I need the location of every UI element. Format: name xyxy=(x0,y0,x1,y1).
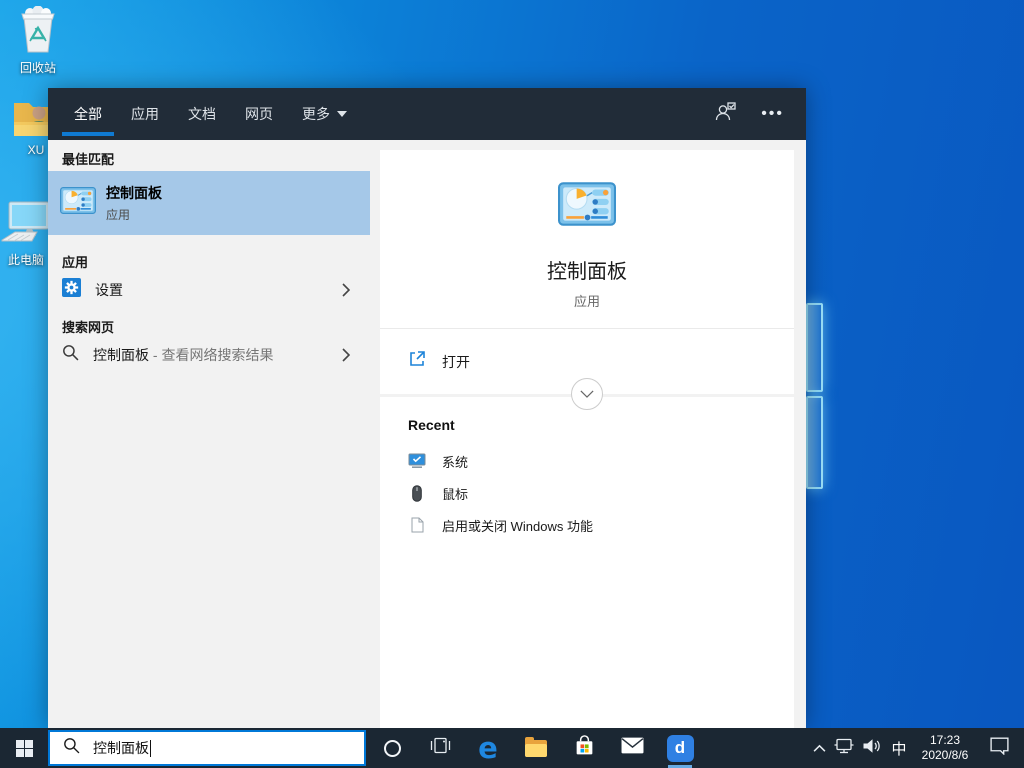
recycle-bin-icon xyxy=(17,43,59,57)
wallpaper-window-pane xyxy=(806,303,823,392)
search-results-column: 最佳匹配 xyxy=(48,140,370,728)
edge-icon: e xyxy=(478,734,498,763)
taskbar: 控制面板 e xyxy=(0,728,1024,768)
driver-app-button[interactable]: d xyxy=(656,728,704,768)
recent-header: Recent xyxy=(408,417,794,433)
search-flyout-panel: 全部 应用 文档 网页 更多 ••• xyxy=(48,88,806,728)
result-settings[interactable]: 设置 xyxy=(48,272,370,308)
windows-logo-icon xyxy=(16,740,33,757)
system-monitor-icon xyxy=(408,453,426,469)
cortana-button[interactable] xyxy=(368,728,416,768)
chevron-right-icon[interactable] xyxy=(342,348,350,362)
chevron-right-icon[interactable] xyxy=(342,283,350,297)
section-apps: 应用 xyxy=(48,243,370,272)
settings-gear-icon xyxy=(62,278,81,302)
clock-date: 2020/8/6 xyxy=(922,748,969,763)
best-match-subtitle: 应用 xyxy=(106,206,162,223)
open-action-label: 打开 xyxy=(442,352,470,372)
expand-preview-button[interactable] xyxy=(571,378,603,410)
system-tray: 中 17:23 2020/8/6 xyxy=(808,728,1024,768)
best-match-title: 控制面板 xyxy=(106,183,162,203)
edge-button[interactable]: e xyxy=(464,728,512,768)
document-icon xyxy=(408,517,426,533)
best-match-result-control-panel[interactable]: 控制面板 应用 xyxy=(48,171,370,235)
preview-subtitle: 应用 xyxy=(574,291,600,310)
result-label: 控制面板 - 查看网络搜索结果 xyxy=(93,345,273,365)
control-panel-icon xyxy=(60,187,96,219)
recent-item-mouse[interactable]: 鼠标 xyxy=(408,477,794,509)
preview-card: 控制面板 应用 打开 xyxy=(380,150,794,394)
text-caret xyxy=(150,740,151,757)
search-icon xyxy=(63,737,80,759)
this-pc-icon xyxy=(0,235,53,249)
desktop: 回收站 XU 此电脑 xyxy=(0,0,1024,768)
tray-overflow-button[interactable] xyxy=(808,728,830,768)
recent-item-system[interactable]: 系统 xyxy=(408,445,794,477)
wallpaper-window-pane xyxy=(806,396,823,489)
task-view-button[interactable] xyxy=(416,728,464,768)
speaker-icon xyxy=(862,738,882,759)
search-panel-header: 全部 应用 文档 网页 更多 ••• xyxy=(48,88,806,140)
chevron-down-icon xyxy=(337,111,347,117)
search-filter-tabs: 全部 应用 文档 网页 更多 xyxy=(62,88,359,140)
action-center-button[interactable] xyxy=(978,728,1020,768)
file-explorer-icon xyxy=(525,740,547,757)
recent-card: Recent 系统 xyxy=(380,397,794,728)
clock-time: 17:23 xyxy=(922,733,969,748)
action-center-icon xyxy=(989,736,1010,760)
network-icon xyxy=(833,737,855,760)
result-web-search[interactable]: 控制面板 - 查看网络搜索结果 xyxy=(48,337,370,373)
task-view-icon xyxy=(430,736,451,760)
driver-app-icon: d xyxy=(667,735,694,762)
tab-web[interactable]: 网页 xyxy=(233,88,285,140)
recent-item-windows-features[interactable]: 启用或关闭 Windows 功能 xyxy=(408,509,794,541)
tab-more[interactable]: 更多 xyxy=(290,88,359,140)
preview-title: 控制面板 xyxy=(547,255,627,284)
taskbar-clock[interactable]: 17:23 2020/8/6 xyxy=(912,728,978,768)
tab-all[interactable]: 全部 xyxy=(62,88,114,140)
result-label: 设置 xyxy=(95,280,123,300)
mail-icon xyxy=(621,737,644,759)
store-button[interactable] xyxy=(560,728,608,768)
search-icon xyxy=(62,344,79,366)
section-search-web: 搜索网页 xyxy=(48,308,370,337)
open-external-icon xyxy=(408,350,426,373)
cortana-icon xyxy=(384,740,401,757)
desktop-icon-recycle-bin[interactable]: 回收站 xyxy=(6,6,70,76)
control-panel-icon xyxy=(558,182,616,231)
network-button[interactable] xyxy=(830,728,858,768)
tab-documents[interactable]: 文档 xyxy=(176,88,228,140)
tab-apps[interactable]: 应用 xyxy=(119,88,171,140)
file-explorer-button[interactable] xyxy=(512,728,560,768)
taskbar-search-box[interactable]: 控制面板 xyxy=(48,730,366,766)
store-icon xyxy=(574,735,595,762)
mail-button[interactable] xyxy=(608,728,656,768)
search-input-value[interactable]: 控制面板 xyxy=(93,738,149,758)
preview-column: 控制面板 应用 打开 xyxy=(370,140,806,728)
section-best-match: 最佳匹配 xyxy=(48,140,370,169)
mouse-icon xyxy=(408,485,426,502)
sign-in-icon[interactable] xyxy=(714,101,737,127)
volume-button[interactable] xyxy=(858,728,886,768)
ime-indicator[interactable]: 中 xyxy=(886,728,912,768)
desktop-icon-label: 回收站 xyxy=(6,59,70,76)
more-options-icon[interactable]: ••• xyxy=(761,109,784,119)
start-button[interactable] xyxy=(0,728,48,768)
